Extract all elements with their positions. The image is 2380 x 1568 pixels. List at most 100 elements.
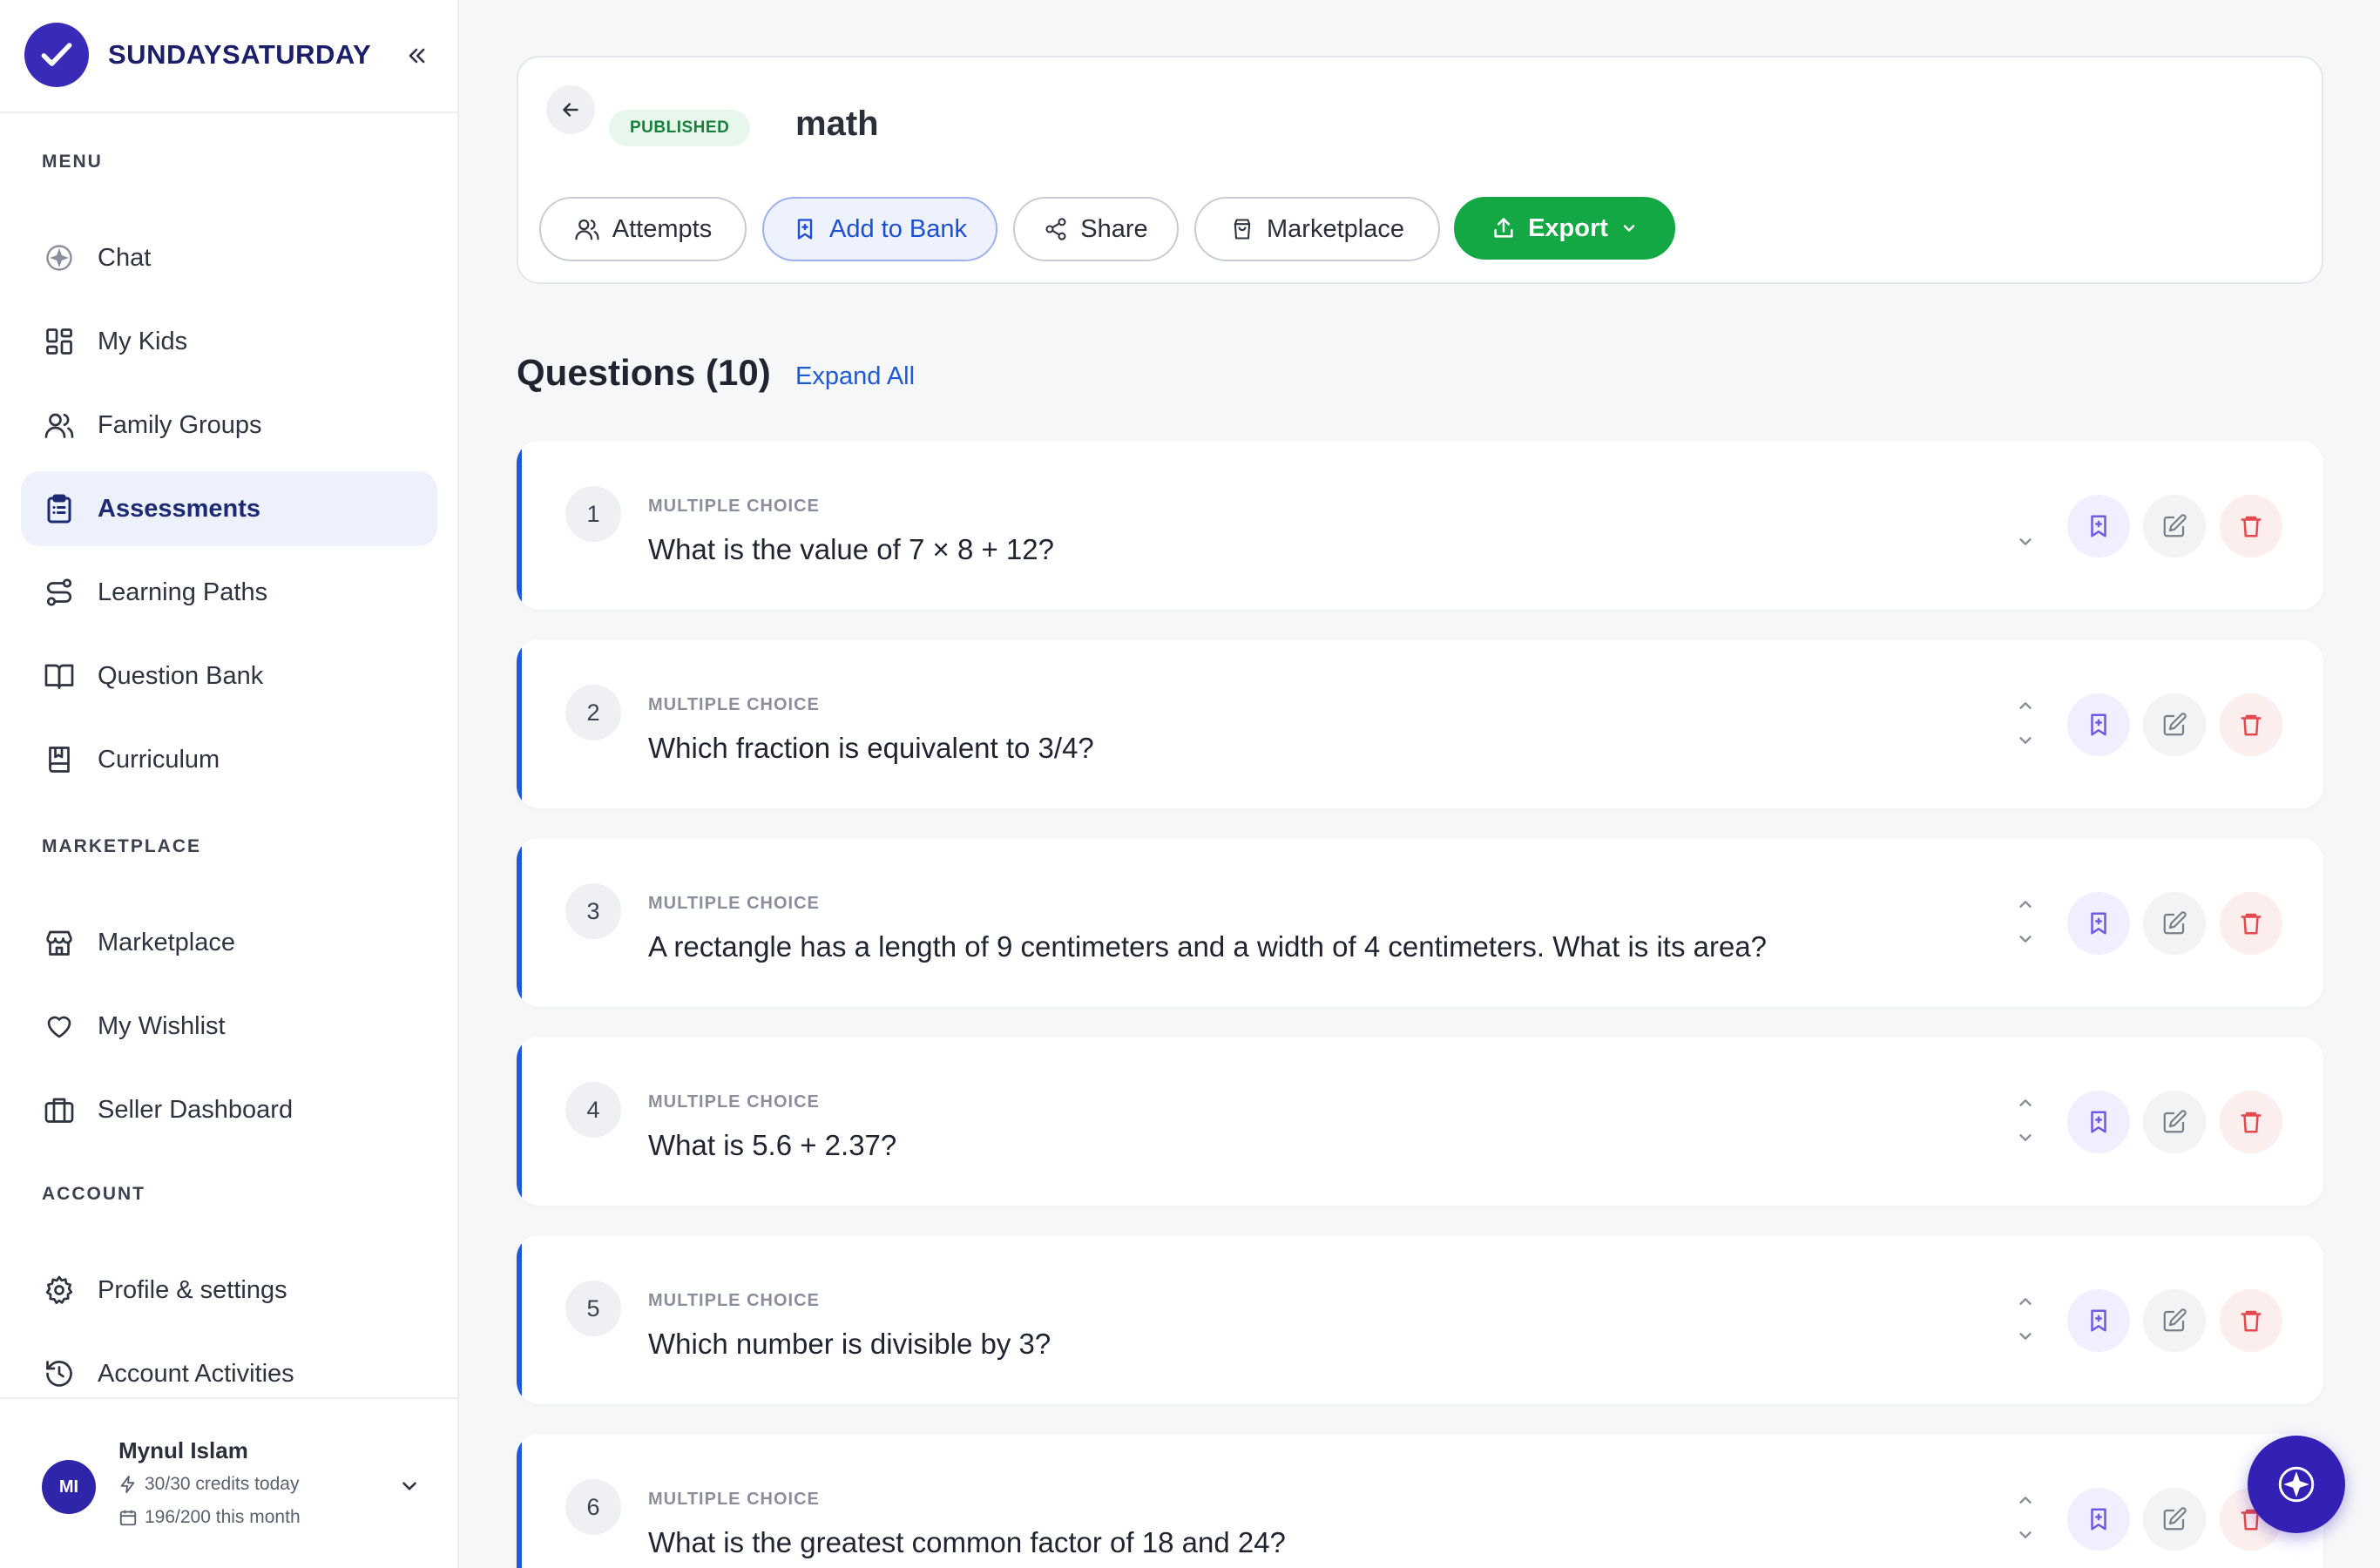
clipboard-icon	[42, 491, 77, 526]
edit-button[interactable]	[2143, 1091, 2206, 1153]
book-open-icon	[42, 659, 77, 693]
share-button[interactable]: Share	[1013, 197, 1179, 261]
sidebar: SUNDAYSATURDAY MENU Chat My Kids Family …	[0, 0, 459, 1568]
bookmark-button[interactable]	[2067, 892, 2130, 955]
question-card[interactable]: 4 MULTIPLE CHOICE What is 5.6 + 2.37?	[517, 1037, 2323, 1206]
sidebar-item-question-bank[interactable]: Question Bank	[21, 639, 437, 713]
sidebar-item-my-kids[interactable]: My Kids	[21, 304, 437, 379]
edit-button[interactable]	[2143, 1488, 2206, 1551]
sidebar-item-learning-paths[interactable]: Learning Paths	[21, 555, 437, 630]
edit-icon	[2161, 1506, 2187, 1532]
section-title-marketplace: MARKETPLACE	[42, 836, 201, 856]
arrow-left-icon	[563, 103, 578, 117]
credits-month-label: 196/200 this month	[145, 1507, 301, 1527]
bookmark-button[interactable]	[2067, 1488, 2130, 1551]
attempts-button[interactable]: Attempts	[539, 197, 747, 261]
sidebar-item-chat[interactable]: Chat	[21, 220, 437, 295]
question-type: MULTIPLE CHOICE	[648, 894, 820, 913]
lightning-icon	[120, 1475, 135, 1494]
delete-button[interactable]	[2220, 693, 2282, 756]
delete-button[interactable]	[2220, 892, 2282, 955]
question-number: 6	[565, 1479, 621, 1535]
sidebar-item-profile-settings[interactable]: Profile & settings	[21, 1253, 437, 1328]
question-card[interactable]: 2 MULTIPLE CHOICE Which fraction is equiva…	[517, 639, 2323, 808]
chevron-up-icon[interactable]	[2008, 1486, 2043, 1514]
trash-icon	[2238, 513, 2264, 539]
section-title-menu: MENU	[42, 152, 103, 172]
brand-name: SUNDAYSATURDAY	[108, 39, 372, 70]
marketplace-button[interactable]: Marketplace	[1194, 197, 1440, 261]
chevron-up-icon[interactable]	[2008, 1089, 2043, 1117]
user-profile[interactable]: MI Mynul Islam 30/30 credits today 196/2…	[42, 1429, 425, 1542]
question-type: MULTIPLE CHOICE	[648, 1291, 820, 1310]
chevron-down-icon[interactable]	[2008, 528, 2043, 556]
sidebar-item-label: Family Groups	[98, 410, 262, 439]
add-to-bank-button[interactable]: Add to Bank	[762, 197, 997, 261]
chevron-down-icon[interactable]	[2008, 925, 2043, 953]
delete-button[interactable]	[2220, 1289, 2282, 1352]
edit-button[interactable]	[2143, 892, 2206, 955]
route-icon	[42, 575, 77, 610]
delete-button[interactable]	[2220, 495, 2282, 558]
question-card[interactable]: 3 MULTIPLE CHOICE A rectangle has a length…	[517, 838, 2323, 1007]
history-icon	[42, 1356, 77, 1391]
question-card[interactable]: 6 MULTIPLE CHOICE What is the greatest com…	[517, 1434, 2323, 1568]
chevron-down-icon[interactable]	[2008, 1124, 2043, 1152]
bookmark-icon	[2086, 513, 2112, 539]
bookmark-button[interactable]	[2067, 693, 2130, 756]
collapse-sidebar-icon[interactable]	[399, 38, 434, 73]
sparkle-icon	[2278, 1466, 2315, 1503]
back-button[interactable]	[546, 85, 595, 134]
question-type: MULTIPLE CHOICE	[648, 695, 820, 714]
chevron-down-icon[interactable]	[2008, 727, 2043, 754]
sidebar-item-label: Question Bank	[98, 661, 264, 690]
sidebar-item-account-activities[interactable]: Account Activities	[21, 1336, 437, 1411]
delete-button[interactable]	[2220, 1091, 2282, 1153]
edit-button[interactable]	[2143, 495, 2206, 558]
bookmark-icon	[797, 219, 813, 240]
chevron-up-icon[interactable]	[2008, 890, 2043, 918]
export-button[interactable]: Export	[1454, 197, 1675, 260]
sidebar-item-label: My Kids	[98, 327, 188, 355]
question-text: What is 5.6 + 2.37?	[648, 1129, 897, 1161]
expand-all-link[interactable]: Expand All	[795, 362, 915, 391]
question-number: 3	[565, 883, 621, 939]
credits-today: 30/30 credits today	[118, 1474, 299, 1495]
sidebar-item-assessments[interactable]: Assessments	[21, 471, 437, 546]
sidebar-item-family-groups[interactable]: Family Groups	[21, 388, 437, 463]
trash-icon	[2238, 910, 2264, 936]
users-icon	[42, 408, 77, 443]
edit-icon	[2161, 1109, 2187, 1135]
sidebar-item-marketplace[interactable]: Marketplace	[21, 905, 437, 980]
question-type: MULTIPLE CHOICE	[648, 1092, 820, 1112]
bookmark-button[interactable]	[2067, 1091, 2130, 1153]
chevron-down-icon[interactable]	[2008, 1521, 2043, 1549]
grid-icon	[42, 324, 77, 359]
chevron-up-icon[interactable]	[2008, 1288, 2043, 1315]
export-label: Export	[1528, 213, 1608, 242]
sidebar-item-label: My Wishlist	[98, 1011, 226, 1040]
edit-button[interactable]	[2143, 1289, 2206, 1352]
chevron-down-icon[interactable]	[394, 1470, 425, 1502]
chevron-down-icon[interactable]	[2008, 1322, 2043, 1350]
question-card[interactable]: 1 MULTIPLE CHOICE What is the value of 7 ×…	[517, 441, 2323, 610]
sidebar-item-label: Marketplace	[98, 928, 235, 956]
sidebar-item-my-wishlist[interactable]: My Wishlist	[21, 989, 437, 1064]
credits-today-label: 30/30 credits today	[145, 1474, 300, 1494]
ai-assistant-button[interactable]	[2248, 1436, 2345, 1533]
question-text: What is the greatest common factor of 18…	[648, 1526, 1286, 1558]
upload-icon	[1494, 218, 1513, 238]
bookmark-button[interactable]	[2067, 1289, 2130, 1352]
question-card[interactable]: 5 MULTIPLE CHOICE Which number is divisibl…	[517, 1235, 2323, 1404]
sidebar-item-label: Account Activities	[98, 1359, 294, 1388]
section-title-account: ACCOUNT	[42, 1184, 145, 1204]
sidebar-item-curriculum[interactable]: Curriculum	[21, 722, 437, 797]
share-label: Share	[1080, 214, 1148, 243]
brand[interactable]: SUNDAYSATURDAY	[24, 23, 434, 87]
avatar: MI	[42, 1460, 96, 1514]
chevron-up-icon[interactable]	[2008, 692, 2043, 720]
bookmark-button[interactable]	[2067, 495, 2130, 558]
edit-button[interactable]	[2143, 693, 2206, 756]
bookmark-icon	[2086, 1109, 2112, 1135]
sidebar-item-seller-dashboard[interactable]: Seller Dashboard	[21, 1072, 437, 1147]
